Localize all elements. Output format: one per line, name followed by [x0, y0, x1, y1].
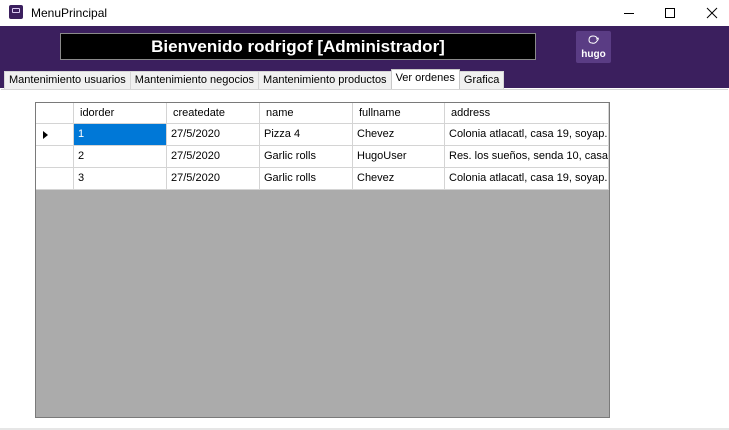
column-header-fullname[interactable]: fullname [353, 103, 445, 124]
cell-fullname[interactable]: HugoUser [353, 146, 445, 168]
tab-mantenimiento-productos[interactable]: Mantenimiento productos [258, 71, 392, 89]
row-header[interactable] [36, 168, 74, 190]
table-row[interactable]: 2 27/5/2020 Garlic rolls HugoUser Res. l… [36, 146, 609, 168]
cell-idorder[interactable]: 2 [74, 146, 167, 168]
grid-header: idorder createdate name fullname address [36, 103, 609, 124]
cell-fullname[interactable]: Chevez [353, 168, 445, 190]
tab-mantenimiento-usuarios[interactable]: Mantenimiento usuarios [4, 71, 131, 89]
cell-createdate[interactable]: 27/5/2020 [167, 124, 260, 146]
tab-strip: Mantenimiento usuarios Mantenimiento neg… [4, 69, 505, 89]
tab-mantenimiento-negocios[interactable]: Mantenimiento negocios [129, 71, 260, 89]
maximize-icon [665, 8, 675, 18]
table-row[interactable]: 1 27/5/2020 Pizza 4 Chevez Colonia atlac… [36, 124, 609, 146]
cell-idorder[interactable]: 3 [74, 168, 167, 190]
corner-header[interactable] [36, 103, 74, 124]
cell-createdate[interactable]: 27/5/2020 [167, 168, 260, 190]
window-title: MenuPrincipal [31, 6, 108, 20]
welcome-label: Bienvenido rodrigof [Administrador] [60, 33, 536, 60]
cell-name[interactable]: Garlic rolls [260, 168, 353, 190]
cell-name[interactable]: Pizza 4 [260, 124, 353, 146]
row-header[interactable] [36, 124, 74, 146]
tab-ver-ordenes[interactable]: Ver ordenes [390, 69, 460, 89]
current-row-arrow-icon [43, 131, 48, 139]
cell-address[interactable]: Colonia atlacatl, casa 19, soyap... [445, 168, 609, 190]
cell-address[interactable]: Colonia atlacatl, casa 19, soyap... [445, 124, 609, 146]
column-header-createdate[interactable]: createdate [167, 103, 260, 124]
column-header-name[interactable]: name [260, 103, 353, 124]
column-header-address[interactable]: address [445, 103, 609, 124]
row-header[interactable] [36, 146, 74, 168]
hand-icon [588, 35, 599, 44]
cell-name[interactable]: Garlic rolls [260, 146, 353, 168]
minimize-button[interactable] [606, 0, 652, 26]
cell-fullname[interactable]: Chevez [353, 124, 445, 146]
logo-text: hugo [581, 49, 606, 60]
minimize-icon [624, 13, 634, 14]
close-button[interactable] [689, 0, 729, 26]
orders-grid[interactable]: idorder createdate name fullname address… [35, 102, 610, 418]
close-icon [706, 7, 718, 19]
app-icon [9, 5, 23, 19]
cell-address[interactable]: Res. los sueños, senda 10, casa... [445, 146, 609, 168]
maximize-button[interactable] [647, 0, 693, 26]
tab-grafica[interactable]: Grafica [458, 71, 505, 89]
cell-createdate[interactable]: 27/5/2020 [167, 146, 260, 168]
cell-idorder[interactable]: 1 [74, 124, 167, 146]
hugo-logo: hugo [576, 31, 611, 63]
column-header-idorder[interactable]: idorder [74, 103, 167, 124]
title-bar: MenuPrincipal [0, 0, 729, 26]
table-row[interactable]: 3 27/5/2020 Garlic rolls Chevez Colonia … [36, 168, 609, 190]
